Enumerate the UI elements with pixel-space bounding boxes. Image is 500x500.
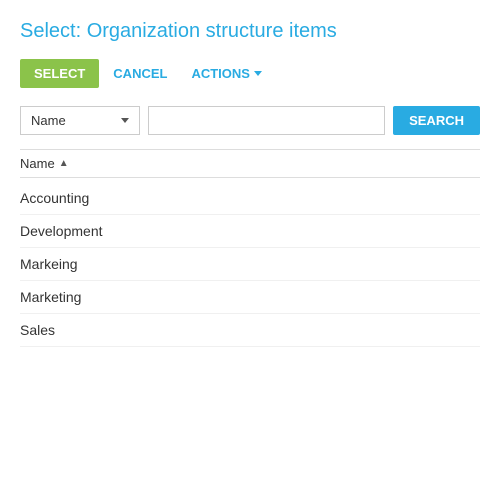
cancel-button[interactable]: CANCEL — [103, 59, 177, 88]
table-header: Name ▲ — [20, 149, 480, 178]
select-button[interactable]: SELECT — [20, 59, 99, 88]
search-field-dropdown[interactable]: Name — [20, 106, 140, 135]
search-field-value: Name — [31, 113, 66, 128]
list-item[interactable]: Development — [20, 215, 480, 248]
search-dropdown-icon — [121, 118, 129, 123]
list-item[interactable]: Sales — [20, 314, 480, 347]
items-list: AccountingDevelopmentMarkeingMarketingSa… — [20, 182, 480, 347]
column-name-header[interactable]: Name ▲ — [20, 156, 480, 171]
search-input[interactable] — [148, 106, 385, 135]
search-bar: Name SEARCH — [20, 106, 480, 135]
sort-icon: ▲ — [59, 158, 69, 169]
search-button[interactable]: SEARCH — [393, 106, 480, 135]
page-title: Select: Organization structure items — [20, 20, 480, 43]
actions-label: ACTIONS — [191, 66, 250, 81]
list-item[interactable]: Accounting — [20, 182, 480, 215]
toolbar: SELECT CANCEL ACTIONS — [20, 59, 480, 88]
list-item[interactable]: Markeing — [20, 248, 480, 281]
list-item[interactable]: Marketing — [20, 281, 480, 314]
column-name-label: Name — [20, 156, 55, 171]
actions-button[interactable]: ACTIONS — [181, 59, 272, 88]
actions-dropdown-icon — [254, 71, 262, 76]
